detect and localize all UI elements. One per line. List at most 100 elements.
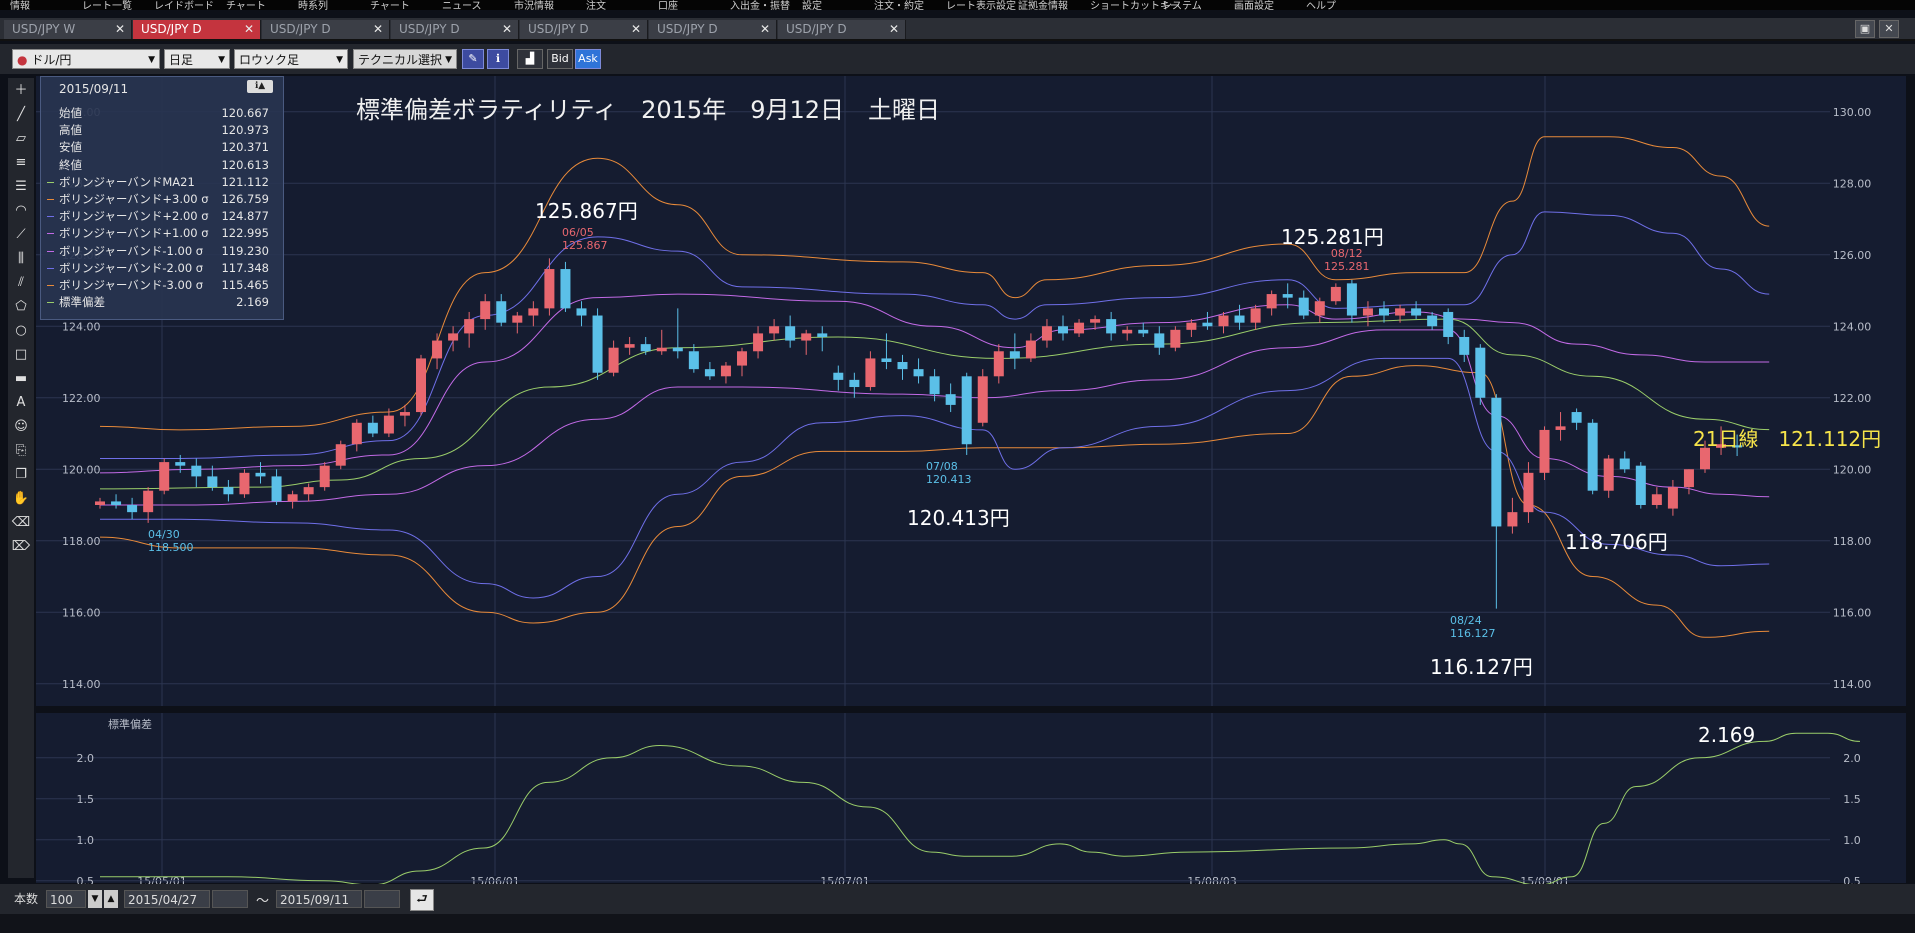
- y-tick-label-left: 120.00: [62, 463, 101, 476]
- legend-swatch: [47, 250, 54, 252]
- info-label: ボリンジャーバンド+3.00 σ: [59, 192, 209, 206]
- candle-body: [1074, 322, 1085, 334]
- candle-body: [1395, 308, 1406, 316]
- info-row: 安値 120.371: [47, 139, 275, 156]
- info-value: 117.348: [221, 260, 269, 275]
- tilde-label: 〜: [256, 894, 270, 909]
- info-row: ボリンジャーバンド+2.00 σ 124.877: [47, 208, 275, 225]
- info-toggle-icon[interactable]: ℹ▲: [247, 80, 273, 93]
- candle-body: [1651, 494, 1662, 505]
- candle-body: [1025, 340, 1036, 359]
- from-date-field[interactable]: 2015/04/27: [124, 890, 210, 908]
- candle-body: [1282, 294, 1293, 298]
- sub-y-tick-label: 1.0: [77, 834, 95, 847]
- y-tick-label: 128.00: [1833, 177, 1872, 190]
- candle-body: [1619, 458, 1630, 470]
- from-time-field[interactable]: [212, 890, 248, 908]
- candle-body: [913, 369, 924, 377]
- refresh-button[interactable]: ⮐: [410, 889, 434, 911]
- candle-body: [785, 326, 796, 341]
- candle-body: [1443, 311, 1454, 337]
- sub-y-tick-label: 1.5: [77, 793, 95, 806]
- info-label: 終値: [59, 157, 82, 172]
- info-value: 124.877: [221, 209, 269, 224]
- info-value: 120.973: [221, 123, 269, 138]
- candle-body: [576, 308, 587, 316]
- candle-body: [897, 362, 908, 370]
- candle-body: [1603, 458, 1614, 491]
- candle-body: [255, 472, 266, 477]
- high-label-1: 125.867円: [535, 199, 638, 223]
- candle-body: [1523, 472, 1534, 513]
- candle-body: [464, 319, 475, 334]
- y-tick-label: 120.00: [1833, 463, 1872, 476]
- candle-body: [801, 333, 812, 341]
- y-tick-label: 122.00: [1833, 392, 1872, 405]
- candle-body: [737, 351, 747, 366]
- info-row: ボリンジャーバンド-2.00 σ 117.348: [47, 260, 275, 277]
- info-value: 120.613: [221, 157, 269, 172]
- candle-body: [592, 315, 603, 373]
- candle-body: [1362, 308, 1373, 316]
- info-row: 終値 120.613: [47, 157, 275, 174]
- info-value: 122.995: [221, 226, 269, 241]
- candle-body: [817, 333, 828, 337]
- peak-tag-0812: 08/12 125.281: [1324, 247, 1370, 273]
- candle-body: [1539, 429, 1550, 473]
- sub-y-tick-label: 2.0: [1843, 752, 1861, 765]
- to-date-field[interactable]: 2015/09/11: [276, 890, 362, 908]
- info-value: 119.230: [221, 243, 269, 258]
- sub-y-tick-label: 1.0: [1843, 834, 1861, 847]
- y-tick-label: 126.00: [1833, 249, 1872, 262]
- legend-swatch: [47, 216, 54, 218]
- candle-body: [977, 376, 988, 423]
- info-value: 121.112: [221, 174, 269, 189]
- candle-body: [833, 372, 844, 380]
- candle-body: [1250, 308, 1261, 323]
- candle-body: [1170, 329, 1181, 348]
- trough-tag-0708: 07/08 120.413: [926, 460, 972, 486]
- candle-body: [640, 344, 651, 352]
- candle-body: [1571, 412, 1582, 423]
- candle-body: [95, 501, 105, 505]
- candle-body: [929, 376, 940, 395]
- candle-body: [175, 462, 186, 466]
- legend-swatch: [47, 233, 54, 235]
- candle-body: [1266, 294, 1277, 309]
- candle-body: [688, 351, 699, 370]
- candle-body: [287, 494, 298, 502]
- candle-body: [1555, 426, 1566, 430]
- candle-body: [416, 358, 426, 413]
- y-tick-label: 114.00: [1833, 678, 1872, 691]
- candle-body: [961, 376, 972, 445]
- trough-tag-0824: 08/24 116.127: [1450, 614, 1496, 640]
- info-label: 安値: [59, 140, 82, 155]
- candle-body: [1475, 347, 1486, 398]
- info-label: ボリンジャーバンド-1.00 σ: [59, 243, 204, 258]
- count-up-icon[interactable]: ▲: [104, 890, 118, 908]
- sub-y-tick-label: 1.5: [1843, 793, 1861, 806]
- to-time-field[interactable]: [364, 890, 400, 908]
- candle-body: [528, 308, 539, 316]
- candle-body: [319, 465, 330, 488]
- legend-swatch: [47, 199, 54, 200]
- candle-body: [1587, 422, 1598, 491]
- candle-body: [1234, 315, 1245, 323]
- candle-body: [399, 412, 410, 416]
- legend-swatch: [47, 285, 54, 286]
- candle-body: [1314, 301, 1325, 316]
- candle-body: [271, 476, 282, 502]
- candle-body: [544, 269, 555, 309]
- candle-body: [945, 394, 956, 405]
- low-label-3: 118.706円: [1565, 530, 1668, 554]
- y-tick-label: 130.00: [1833, 106, 1872, 119]
- y-tick-label-left: 124.00: [62, 320, 101, 333]
- info-label: ボリンジャーバンドMA21: [59, 174, 195, 189]
- candle-body: [1379, 308, 1389, 316]
- count-input[interactable]: 100: [46, 890, 86, 908]
- candle-body: [191, 465, 202, 477]
- y-tick-label: 118.00: [1833, 535, 1872, 548]
- count-dropdown-icon[interactable]: ▼: [88, 890, 102, 908]
- info-value: 115.465: [221, 278, 269, 292]
- candle-body: [448, 333, 459, 341]
